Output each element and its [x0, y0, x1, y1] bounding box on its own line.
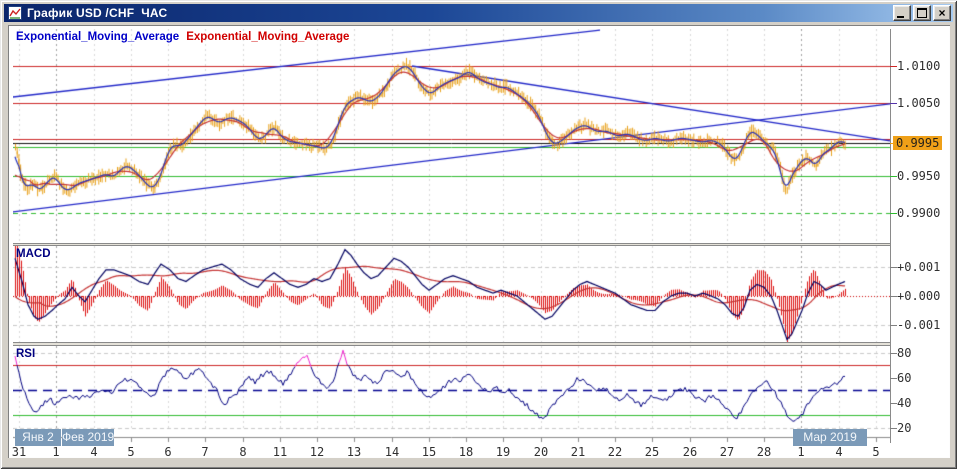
x-axis-day-label: 20	[533, 445, 549, 459]
x-axis-day-label: 7	[201, 445, 209, 459]
indicator-legend: Exponential_Moving_Average Exponential_Mo…	[16, 31, 349, 43]
macd-axis-label-tick	[890, 325, 897, 326]
price-axis-label-tick	[890, 143, 897, 144]
x-axis-day-label: 12	[309, 445, 325, 459]
rsi-axis-label: 80	[897, 346, 912, 360]
minimize-button[interactable]	[893, 5, 911, 21]
x-axis-day-label: 5	[872, 445, 880, 459]
x-axis-day-label: 19	[495, 445, 511, 459]
macd-axis-label: -0.001	[897, 318, 941, 332]
close-icon: ×	[938, 6, 946, 20]
maximize-button[interactable]	[913, 5, 931, 21]
rsi-axis-label-tick	[890, 378, 897, 379]
x-axis-day-label: 21	[570, 445, 586, 459]
rsi-axis-label-tick	[890, 428, 897, 429]
macd-chart-canvas[interactable]	[13, 246, 890, 342]
month-marker-label: Фев 2019	[62, 429, 114, 446]
application-window: График USD /CHF ЧАС × Exponential_Moving…	[0, 0, 957, 469]
rsi-axis-label: 40	[897, 396, 912, 410]
legend-ema-fast: Exponential_Moving_Average	[16, 31, 180, 43]
x-axis-day-label: 31	[11, 445, 27, 459]
price-axis-label-tick	[890, 176, 897, 177]
rsi-axis-label: 20	[897, 421, 912, 435]
title-bar[interactable]: График USD /CHF ЧАС ×	[4, 4, 953, 22]
x-axis-day-label: 22	[607, 445, 623, 459]
x-axis-day-label: 1	[797, 445, 805, 459]
month-marker-label: Мар 2019	[793, 429, 867, 446]
x-axis-day-label: 4	[90, 445, 98, 459]
macd-axis-label: +0.000	[897, 289, 941, 303]
minimize-icon	[897, 16, 904, 18]
macd-axis-label-tick	[890, 267, 897, 268]
close-button[interactable]: ×	[933, 5, 951, 21]
x-axis-day-label: 25	[644, 445, 660, 459]
price-axis-label-tick	[890, 66, 897, 67]
rsi-axis-label: 60	[897, 371, 912, 385]
chart-app-icon	[8, 6, 22, 20]
x-axis-day-label: 14	[384, 445, 400, 459]
price-chart-canvas[interactable]	[13, 29, 890, 243]
x-axis-day-label: 18	[458, 445, 474, 459]
price-axis-label: 1.0050	[897, 96, 941, 110]
time-axis-canvas	[13, 431, 890, 443]
rsi-panel-label: RSI	[16, 348, 36, 360]
current-price-label: 0.9995	[893, 136, 943, 150]
window-title: График USD /CHF ЧАС	[27, 6, 168, 20]
x-axis-day-label: 8	[239, 445, 247, 459]
x-axis-day-label: 1	[52, 445, 60, 459]
price-axis-label-tick	[890, 103, 897, 104]
price-axis-label-tick	[890, 213, 897, 214]
x-axis-day-label: 5	[127, 445, 135, 459]
x-axis-day-label: 11	[272, 445, 288, 459]
x-axis-day-label: 6	[164, 445, 172, 459]
legend-ema-slow: Exponential_Moving_Average	[186, 31, 350, 43]
price-axis-line	[890, 29, 891, 443]
x-axis-day-label: 26	[682, 445, 698, 459]
x-axis-day-label: 4	[835, 445, 843, 459]
x-axis-day-label: 27	[719, 445, 735, 459]
x-axis-day-label: 28	[756, 445, 772, 459]
macd-panel-label: MACD	[16, 248, 51, 260]
macd-axis-label-tick	[890, 296, 897, 297]
macd-axis-label: +0.001	[897, 260, 941, 274]
price-axis-label: 0.9900	[897, 206, 941, 220]
maximize-icon	[917, 8, 927, 18]
x-axis-day-label: 15	[421, 445, 437, 459]
rsi-chart-canvas[interactable]	[13, 346, 890, 431]
price-axis-label: 0.9950	[897, 169, 941, 183]
x-axis-day-label: 13	[346, 445, 362, 459]
price-axis-label: 1.0100	[897, 59, 941, 73]
rsi-axis-label-tick	[890, 403, 897, 404]
rsi-axis-label-tick	[890, 353, 897, 354]
month-marker-label: Янв 2	[15, 429, 61, 446]
